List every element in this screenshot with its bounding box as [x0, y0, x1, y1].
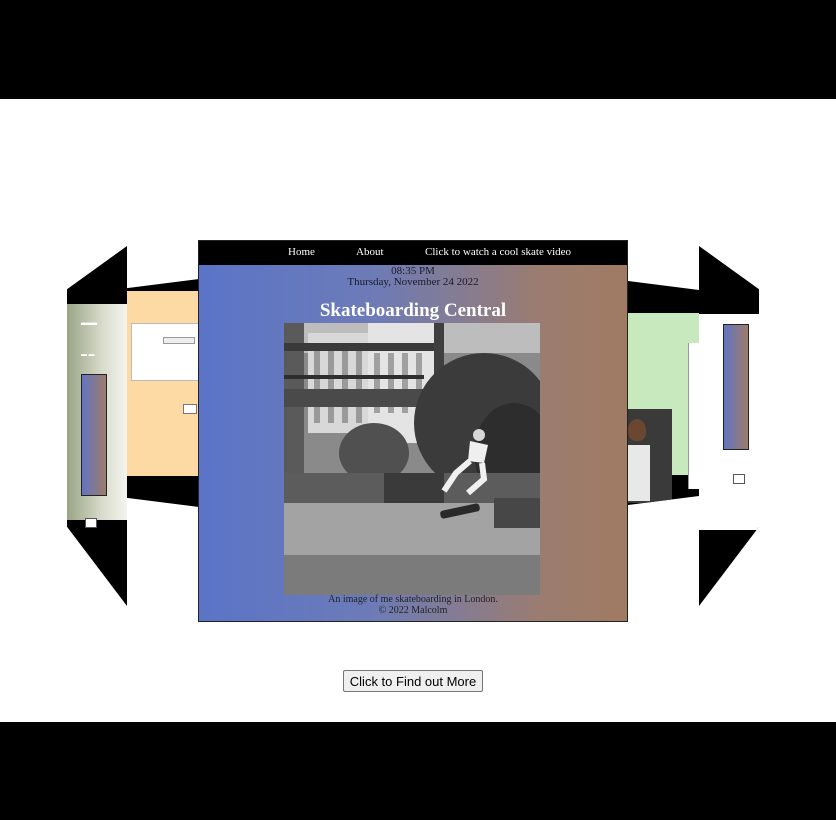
nav-home-link[interactable]: Home [288, 246, 315, 258]
nav-video-link[interactable]: Click to watch a cool skate video [425, 246, 571, 258]
carousel-panel-main: Home About Click to watch a cool skate v… [198, 240, 628, 622]
portrait-shirt [628, 445, 650, 501]
panel-left-input [163, 337, 195, 344]
panel-far-left-subtitle: ▬ ▬ [81, 351, 95, 358]
panel-far-right-page [699, 314, 759, 531]
skateboarding-photo [284, 323, 540, 595]
copyright-text: © 2022 Malcolm [378, 605, 448, 616]
panel-far-right-thumbnail [723, 324, 749, 451]
carousel-stage: ▬▬ ▬ ▬ Home About Click to watch a cool … [0, 99, 836, 722]
panel-far-left-title: ▬▬ [81, 317, 97, 327]
panel-left-form [131, 323, 199, 381]
carousel-panel-right[interactable] [628, 281, 699, 505]
panel-far-right-button [733, 474, 745, 485]
skateboarding-photo-image [284, 323, 540, 595]
panel-far-left-page: ▬▬ ▬ ▬ [67, 303, 127, 528]
panel-far-left-button [85, 517, 97, 528]
portrait-face [628, 419, 646, 441]
current-date: Thursday, November 24 2022 [347, 276, 479, 288]
carousel-panel-far-right[interactable] [699, 246, 759, 606]
carousel-panel-far-left[interactable]: ▬▬ ▬ ▬ [67, 246, 127, 606]
nav-about-link[interactable]: About [356, 246, 384, 258]
photo-caption: An image of me skateboarding in London. [328, 594, 498, 605]
panel-left-button [183, 404, 197, 414]
panel-right-edge [688, 343, 699, 489]
panel-right-portrait [628, 409, 672, 503]
page-title: Skateboarding Central [319, 300, 507, 321]
panel-left-page [127, 291, 199, 476]
panel-far-left-thumbnail [81, 373, 107, 496]
find-out-more-button[interactable]: Click to Find out More [343, 670, 483, 692]
nav-bar: Home About Click to watch a cool skate v… [199, 241, 627, 265]
carousel-panel-left[interactable] [127, 279, 199, 507]
